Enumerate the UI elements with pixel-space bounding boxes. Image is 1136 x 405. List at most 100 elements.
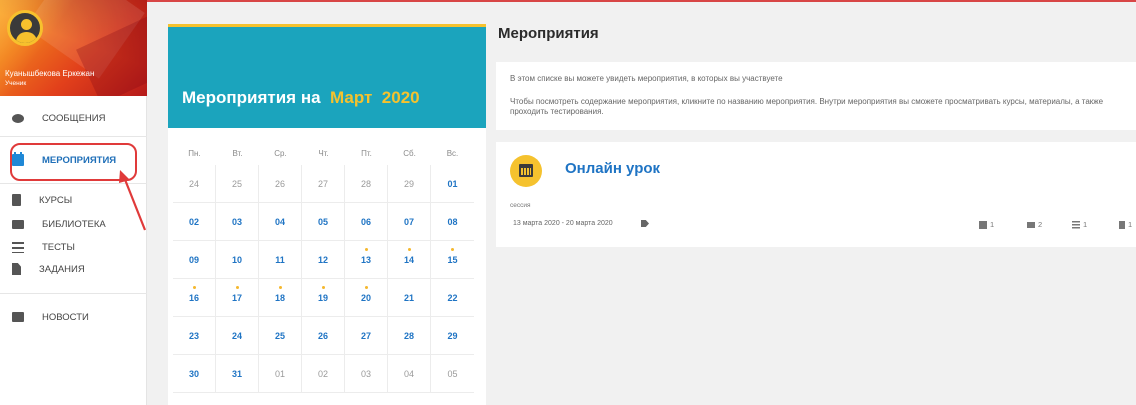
calendar-glyph [519, 164, 533, 177]
sidebar-item-library[interactable]: БИБЛИОТЕКА [12, 215, 106, 233]
book-icon [12, 194, 21, 206]
list-icon [1072, 220, 1080, 229]
sidebar-item-label: НОВОСТИ [42, 311, 89, 323]
sidebar-item-tests[interactable]: ТЕСТЫ [12, 238, 75, 256]
calendar-day[interactable]: 23 [173, 317, 216, 355]
calendar-day-with-event[interactable]: 14 [388, 241, 431, 279]
calendar-day-with-event[interactable]: 18 [259, 279, 302, 317]
calendar-day: 05 [431, 355, 474, 393]
folder-icon [12, 219, 24, 229]
calendar-day[interactable]: 05 [302, 203, 345, 241]
calendar-year[interactable]: 2020 [382, 88, 420, 107]
calendar-day: 29 [388, 165, 431, 203]
calendar-day[interactable]: 08 [431, 203, 474, 241]
weekday-label: Вс. [446, 148, 459, 158]
calendar-day[interactable]: 26 [302, 317, 345, 355]
document-icon [1119, 220, 1125, 229]
stat-courses-count: 1 [990, 220, 995, 229]
info-text: Чтобы посмотреть содержание мероприятия,… [510, 97, 1104, 116]
calendar-title-prefix: Мероприятия на [182, 88, 321, 107]
sidebar-item-label: ЗАДАНИЯ [39, 263, 85, 275]
info-text: В этом списке вы можете увидеть мероприя… [510, 74, 783, 83]
user-role: Ученик [5, 80, 27, 87]
annotation-arrow [119, 170, 147, 231]
avatar[interactable] [7, 10, 43, 46]
calendar-day[interactable]: 12 [302, 241, 345, 279]
stat-tests-count: 1 [1083, 220, 1088, 229]
weekday-label: Ср. [274, 148, 287, 158]
calendar-week-row: 16 17 18 19 20 21 22 [173, 279, 475, 317]
calendar-day[interactable]: 07 [388, 203, 431, 241]
calendar-panel: Мероприятия на Март 2020 Пн. Вт. Ср. Чт. Пт.… [168, 24, 486, 405]
calendar-day[interactable]: 28 [388, 317, 431, 355]
sidebar-item-messages[interactable]: СООБЩЕНИЯ [12, 109, 105, 127]
calendar-week-row: 02 03 04 05 06 07 08 [173, 203, 475, 241]
stat-folders-count: 2 [1038, 220, 1043, 229]
calendar-week-row: 09 10 11 12 13 14 15 [173, 241, 475, 279]
weekday-label: Пт. [361, 148, 372, 158]
calendar-day: 28 [345, 165, 388, 203]
calendar-grid: Пн. Вт. Ср. Чт. Пт. Сб. Вс. 24 25 26 27 28 29 01 02 03 0… [173, 141, 475, 393]
calendar-day-with-event[interactable]: 16 [173, 279, 216, 317]
calendar-day-with-event[interactable]: 20 [345, 279, 388, 317]
calendar-day-with-event[interactable]: 19 [302, 279, 345, 317]
calendar-week-row: 30 31 01 02 03 04 05 [173, 355, 475, 393]
calendar-day-with-event[interactable]: 13 [345, 241, 388, 279]
calendar-day: 03 [345, 355, 388, 393]
calendar-day: 01 [259, 355, 302, 393]
avatar-head [21, 19, 32, 30]
calendar-day[interactable]: 02 [173, 203, 216, 241]
calendar-day[interactable]: 06 [345, 203, 388, 241]
calendar-week-row: 23 24 25 26 27 28 29 [173, 317, 475, 355]
folder-icon [1027, 221, 1035, 228]
calendar-day[interactable]: 31 [216, 355, 259, 393]
event-calendar-icon [510, 155, 542, 187]
stat-tasks: 1 [1119, 220, 1132, 229]
calendar-month[interactable]: Март [330, 88, 372, 107]
calendar-day[interactable]: 04 [259, 203, 302, 241]
calendar-day-with-event[interactable]: 15 [431, 241, 474, 279]
profile-header: Куанышбекова Еркежан Ученик [0, 0, 147, 96]
calendar-day: 24 [173, 165, 216, 203]
calendar-day[interactable]: 24 [216, 317, 259, 355]
sidebar-item-label: СООБЩЕНИЯ [42, 112, 106, 124]
weekday-label: Сб. [403, 148, 416, 158]
calendar-day[interactable]: 03 [216, 203, 259, 241]
calendar-day[interactable]: 11 [259, 241, 302, 279]
calendar-day: 04 [388, 355, 431, 393]
stat-tasks-count: 1 [1128, 220, 1133, 229]
avatar-body [16, 32, 37, 43]
calendar-day[interactable]: 10 [216, 241, 259, 279]
calendar-day[interactable]: 29 [431, 317, 474, 355]
event-card: Онлайн урок сессия 13 марта 2020 - 20 ма… [496, 142, 1136, 247]
stat-folders: 2 [1027, 220, 1042, 229]
calendar-day[interactable]: 22 [431, 279, 474, 317]
calendar-title: Мероприятия на Март 2020 [182, 88, 420, 108]
weekday-label: Чт. [318, 148, 329, 158]
calendar-day[interactable]: 27 [345, 317, 388, 355]
news-icon [12, 312, 24, 322]
sidebar-item-news[interactable]: НОВОСТИ [12, 308, 89, 326]
calendar-day[interactable]: 09 [173, 241, 216, 279]
document-icon [12, 263, 21, 275]
page-title: Мероприятия [498, 25, 599, 42]
calendar-day: 02 [302, 355, 345, 393]
stat-tests: 1 [1072, 220, 1087, 229]
calendar-day[interactable]: 25 [259, 317, 302, 355]
event-title-link[interactable]: Онлайн урок [565, 160, 660, 177]
sidebar-item-courses[interactable]: КУРСЫ [12, 191, 72, 209]
calendar-day[interactable]: 30 [173, 355, 216, 393]
sidebar-item-label: ТЕСТЫ [42, 241, 75, 253]
sidebar-item-tasks[interactable]: ЗАДАНИЯ [12, 260, 85, 278]
calendar-day[interactable]: 21 [388, 279, 431, 317]
calendar-day[interactable]: 01 [431, 165, 474, 203]
calendar-day-with-event[interactable]: 17 [216, 279, 259, 317]
event-dates: 13 марта 2020 - 20 марта 2020 [513, 220, 613, 227]
info-box: В этом списке вы можете увидеть мероприя… [496, 62, 1136, 130]
user-name[interactable]: Куанышбекова Еркежан [5, 69, 94, 78]
chat-icon [12, 113, 24, 123]
book-icon [979, 220, 987, 229]
calendar-day: 25 [216, 165, 259, 203]
tag-icon[interactable] [641, 220, 649, 227]
sidebar-item-label: КУРСЫ [39, 194, 73, 206]
